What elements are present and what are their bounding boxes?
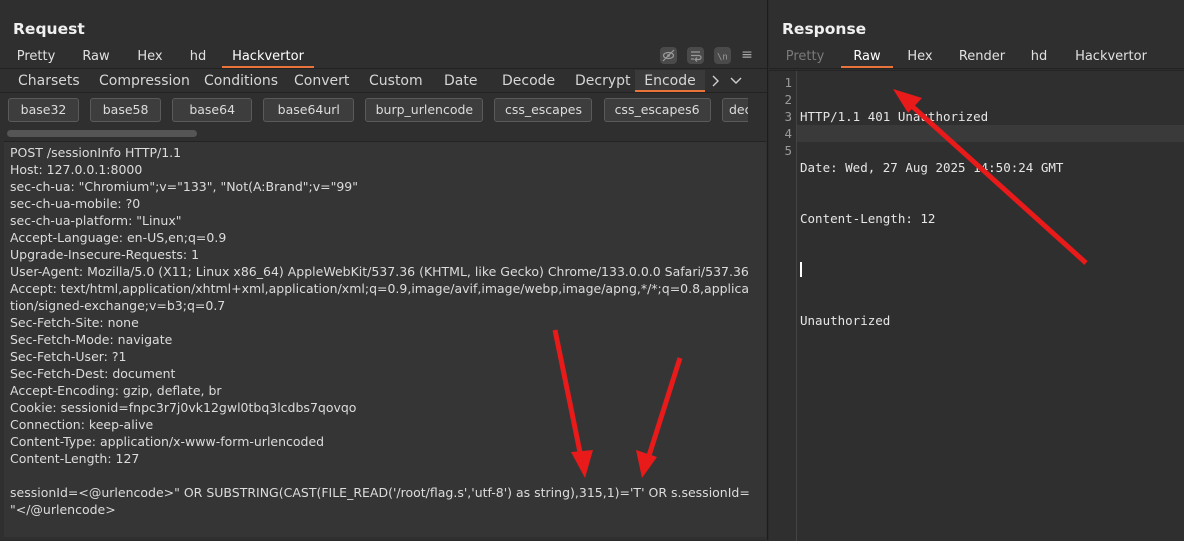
response-line: Date: Wed, 27 Aug 2025 14:50:24 GMT xyxy=(800,160,1064,175)
category-decrypt[interactable]: Decrypt xyxy=(575,70,631,92)
tab-raw[interactable]: Raw xyxy=(66,46,126,68)
request-line: POST /sessionInfo HTTP/1.1 xyxy=(10,145,182,160)
line-number-gutter: 1 2 3 4 5 xyxy=(782,74,792,159)
response-view-tabs: Pretty Raw Hex Render hd Hackvertor xyxy=(769,46,1161,68)
encode-css-escapes6-button[interactable]: css_escapes6 xyxy=(603,98,711,122)
request-line: Accept: text/html,application/xhtml+xml,… xyxy=(10,281,750,296)
encode-css-escapes-button[interactable]: css_escapes xyxy=(494,98,593,122)
tab-pretty[interactable]: Pretty xyxy=(769,46,841,68)
request-line: sessionId=<@urlencode>" OR SUBSTRING(CAS… xyxy=(10,485,750,500)
request-line: Cookie: sessionid=fnpc3r7j0vk12gwl0tbq3l… xyxy=(10,400,357,415)
text-cursor xyxy=(800,262,802,277)
request-line: tion/signed-exchange;v=b3;q=0.7 xyxy=(10,298,226,313)
eye-slash-icon[interactable] xyxy=(660,47,677,64)
line-number: 4 xyxy=(784,126,792,141)
request-line: Content-Type: application/x-www-form-url… xyxy=(10,434,325,449)
category-compression[interactable]: Compression xyxy=(99,70,190,92)
request-line: Content-Length: 127 xyxy=(10,451,140,466)
response-body: HTTP/1.1 401 Unauthorized Date: Wed, 27 … xyxy=(800,74,1063,363)
newline-icon[interactable]: \n xyxy=(714,47,731,64)
request-line: Sec-Fetch-Dest: document xyxy=(10,366,176,381)
response-line: HTTP/1.1 401 Unauthorized xyxy=(800,109,989,124)
encode-base32-button[interactable]: base32 xyxy=(8,98,79,122)
request-body: POST /sessionInfo HTTP/1.1 Host: 127.0.0.… xyxy=(10,144,750,518)
line-number: 1 xyxy=(784,75,792,90)
response-line: Content-Length: 12 xyxy=(800,211,936,226)
line-number: 5 xyxy=(784,143,792,158)
category-encode[interactable]: Encode xyxy=(635,70,705,92)
tab-render[interactable]: Render xyxy=(947,46,1017,68)
request-line: sec-ch-ua: "Chromium";v="133", "Not(A:Br… xyxy=(10,179,358,194)
word-wrap-icon[interactable] xyxy=(687,47,704,64)
request-line: User-Agent: Mozilla/5.0 (X11; Linux x86_… xyxy=(10,264,749,279)
category-divider xyxy=(0,92,767,93)
menu-icon[interactable]: ≡ xyxy=(741,47,753,64)
encode-base64-button[interactable]: base64 xyxy=(172,98,253,122)
request-line: Accept-Encoding: gzip, deflate, br xyxy=(10,383,222,398)
encode-base64url-button[interactable]: base64url xyxy=(263,98,355,122)
category-decode[interactable]: Decode xyxy=(502,70,555,92)
editor-toolbar: \n ≡ xyxy=(660,47,753,64)
response-title: Response xyxy=(782,20,867,38)
tab-divider xyxy=(769,68,1184,69)
request-line: Sec-Fetch-Site: none xyxy=(10,315,139,330)
category-conditions[interactable]: Conditions xyxy=(204,70,278,92)
encode-dec-entities-button[interactable]: dec_entities xyxy=(721,98,748,122)
tab-hackvertor[interactable]: Hackvertor xyxy=(222,46,314,68)
svg-text:\n: \n xyxy=(717,53,728,63)
request-line: Host: 127.0.0.1:8000 xyxy=(10,162,143,177)
gutter-separator xyxy=(796,71,797,541)
category-custom[interactable]: Custom xyxy=(369,70,423,92)
request-line: sec-ch-ua-platform: "Linux" xyxy=(10,213,182,228)
request-line: Sec-Fetch-User: ?1 xyxy=(10,349,127,364)
tab-hd[interactable]: hd xyxy=(174,46,222,68)
line-number: 2 xyxy=(784,92,792,107)
request-line: Accept-Language: en-US,en;q=0.9 xyxy=(10,230,227,245)
category-date[interactable]: Date xyxy=(444,70,477,92)
request-line: "</@urlencode> xyxy=(10,502,116,517)
request-line: sec-ch-ua-mobile: ?0 xyxy=(10,196,141,211)
horizontal-scrollbar[interactable] xyxy=(7,130,197,137)
request-title: Request xyxy=(13,20,85,38)
line-number: 3 xyxy=(784,109,792,124)
request-editor[interactable]: POST /sessionInfo HTTP/1.1 Host: 127.0.0.… xyxy=(4,141,766,537)
tab-hex[interactable]: Hex xyxy=(126,46,174,68)
encode-base58-button[interactable]: base58 xyxy=(90,98,162,122)
response-line: Unauthorized xyxy=(800,313,891,328)
response-editor[interactable]: 1 2 3 4 5 HTTP/1.1 401 Unauthorized Date… xyxy=(769,70,1184,541)
tab-pretty[interactable]: Pretty xyxy=(6,46,66,68)
category-charsets[interactable]: Charsets xyxy=(18,70,80,92)
request-view-tabs: Pretty Raw Hex hd Hackvertor xyxy=(6,46,314,68)
chevron-down-icon[interactable] xyxy=(730,70,742,92)
response-line xyxy=(800,261,1063,278)
chevron-right-icon[interactable] xyxy=(711,70,721,92)
request-line: Connection: keep-alive xyxy=(10,417,154,432)
tab-hackvertor[interactable]: Hackvertor xyxy=(1061,46,1161,68)
response-pane: Response Pretty Raw Hex Render hd Hackve… xyxy=(769,0,1184,541)
request-line: Upgrade-Insecure-Requests: 1 xyxy=(10,247,200,262)
request-pane: Request Pretty Raw Hex hd Hackvertor \n … xyxy=(0,0,768,540)
tab-raw[interactable]: Raw xyxy=(841,46,893,68)
request-line xyxy=(10,467,750,484)
request-line: Sec-Fetch-Mode: navigate xyxy=(10,332,173,347)
tab-hd[interactable]: hd xyxy=(1017,46,1061,68)
encode-button-row: base32 base58 base64 base64url burp_urle… xyxy=(8,98,748,122)
category-convert[interactable]: Convert xyxy=(294,70,349,92)
tab-divider xyxy=(0,68,767,69)
encode-burp-urlencode-button[interactable]: burp_urlencode xyxy=(365,98,484,122)
tab-hex[interactable]: Hex xyxy=(893,46,947,68)
